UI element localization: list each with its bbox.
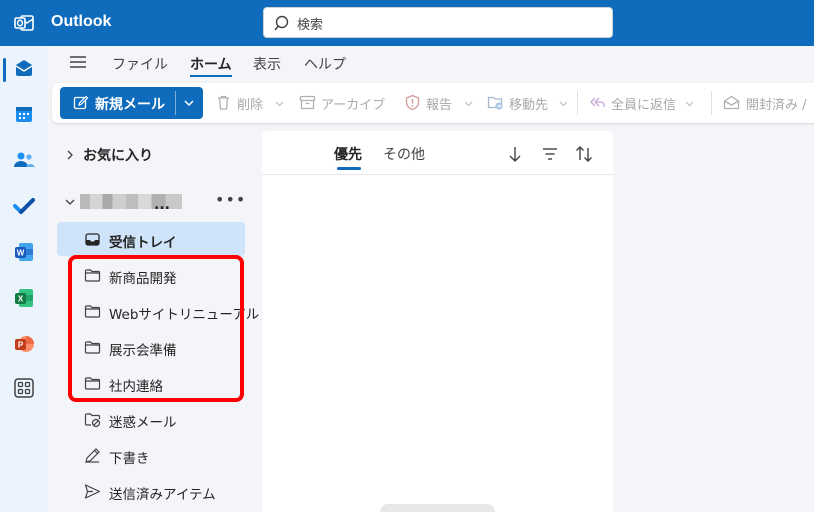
read-unread-button[interactable]: 開封済み / bbox=[723, 93, 814, 113]
calendar-icon[interactable] bbox=[12, 102, 36, 126]
app-name: Outlook bbox=[51, 13, 112, 30]
message-list-pane: 優先 その他 bbox=[262, 131, 613, 512]
hamburger-menu-icon[interactable] bbox=[68, 53, 88, 71]
tab-file[interactable]: ファイル bbox=[112, 54, 168, 74]
tab-other[interactable]: その他 bbox=[383, 144, 425, 164]
read-unread-label: 開封済み / bbox=[746, 98, 807, 113]
folder-move-icon bbox=[487, 96, 503, 110]
delete-button[interactable]: 削除 bbox=[215, 93, 285, 113]
powerpoint-icon[interactable]: P bbox=[12, 332, 36, 356]
chevron-down-icon bbox=[464, 101, 473, 107]
todo-icon[interactable] bbox=[12, 194, 36, 218]
new-mail-label: 新規メール bbox=[95, 97, 165, 113]
tab-help[interactable]: ヘルプ bbox=[304, 54, 346, 74]
folder-label: 受信トレイ bbox=[109, 235, 177, 251]
message-list-header: 優先 その他 bbox=[262, 131, 613, 175]
account-name-suffix: ... bbox=[154, 197, 170, 213]
search-icon bbox=[274, 15, 289, 31]
favorites-header[interactable]: お気に入り bbox=[58, 141, 248, 167]
trash-icon bbox=[218, 95, 229, 110]
chevron-right-icon bbox=[67, 150, 73, 160]
junk-folder-icon bbox=[84, 413, 101, 428]
more-apps-icon[interactable] bbox=[12, 376, 36, 400]
move-to-button[interactable]: 移動先 bbox=[487, 93, 569, 113]
move-to-label: 移動先 bbox=[509, 98, 549, 113]
folder-inbox[interactable]: 受信トレイ bbox=[57, 222, 245, 256]
highlight-annotation bbox=[68, 255, 244, 402]
tab-underline bbox=[190, 75, 232, 77]
word-icon[interactable]: W bbox=[12, 240, 36, 264]
shield-warning-icon bbox=[405, 94, 420, 111]
account-header[interactable]: ... ••• bbox=[58, 190, 248, 214]
more-options-icon[interactable]: ••• bbox=[215, 190, 246, 209]
reply-all-button[interactable]: 全員に返信 bbox=[589, 93, 699, 113]
loading-placeholder bbox=[380, 504, 495, 512]
svg-text:X: X bbox=[18, 295, 24, 304]
search-placeholder: 検索 bbox=[297, 18, 324, 33]
people-icon[interactable] bbox=[12, 148, 36, 172]
reply-all-label: 全員に返信 bbox=[611, 98, 677, 113]
folder-junk[interactable]: 迷惑メール bbox=[57, 402, 245, 436]
tab-home[interactable]: ホーム bbox=[190, 54, 232, 74]
sort-icon[interactable] bbox=[574, 144, 594, 164]
tab-focused[interactable]: 優先 bbox=[334, 144, 362, 164]
chevron-down-icon[interactable] bbox=[182, 96, 196, 110]
folder-label: 下書き bbox=[109, 451, 150, 467]
draft-pencil-icon bbox=[85, 448, 100, 463]
folder-label: 迷惑メール bbox=[109, 415, 177, 431]
folder-label: 送信済みアイテム bbox=[109, 487, 216, 503]
ribbon-divider bbox=[577, 91, 578, 115]
mail-icon[interactable] bbox=[12, 56, 36, 80]
svg-text:P: P bbox=[18, 341, 24, 350]
split-divider bbox=[175, 91, 176, 115]
folder-drafts[interactable]: 下書き bbox=[57, 438, 245, 472]
filter-icon[interactable] bbox=[540, 144, 560, 164]
chevron-down-icon bbox=[275, 101, 284, 107]
report-button[interactable]: 報告 bbox=[404, 93, 474, 113]
arrow-down-icon[interactable] bbox=[505, 144, 525, 164]
excel-icon[interactable]: X bbox=[12, 286, 36, 310]
chevron-down-icon bbox=[559, 101, 568, 107]
compose-icon bbox=[73, 95, 89, 110]
favorites-label: お気に入り bbox=[83, 148, 153, 164]
folder-sent[interactable]: 送信済みアイテム bbox=[57, 474, 245, 508]
archive-button[interactable]: アーカイブ bbox=[299, 93, 391, 113]
sent-icon bbox=[84, 484, 101, 499]
reply-all-icon bbox=[590, 97, 605, 107]
chevron-down-icon bbox=[685, 101, 694, 107]
app-rail: W X P bbox=[0, 46, 48, 512]
active-indicator bbox=[3, 58, 6, 82]
tab-underline bbox=[337, 167, 361, 170]
archive-label: アーカイブ bbox=[321, 98, 386, 113]
ribbon-divider bbox=[711, 91, 712, 115]
chevron-down-icon bbox=[65, 199, 75, 205]
archive-icon bbox=[299, 95, 316, 110]
report-label: 報告 bbox=[426, 98, 453, 113]
outlook-logo-icon[interactable] bbox=[14, 13, 34, 33]
envelope-open-icon bbox=[723, 95, 740, 110]
svg-text:W: W bbox=[17, 249, 25, 258]
delete-label: 削除 bbox=[237, 98, 264, 113]
title-bar: Outlook 検索 bbox=[0, 0, 814, 46]
account-name-redacted: ... bbox=[80, 194, 182, 213]
search-input[interactable]: 検索 bbox=[263, 7, 613, 38]
inbox-icon bbox=[85, 233, 100, 246]
tab-view[interactable]: 表示 bbox=[253, 54, 281, 74]
new-mail-button[interactable]: 新規メール bbox=[60, 87, 203, 119]
